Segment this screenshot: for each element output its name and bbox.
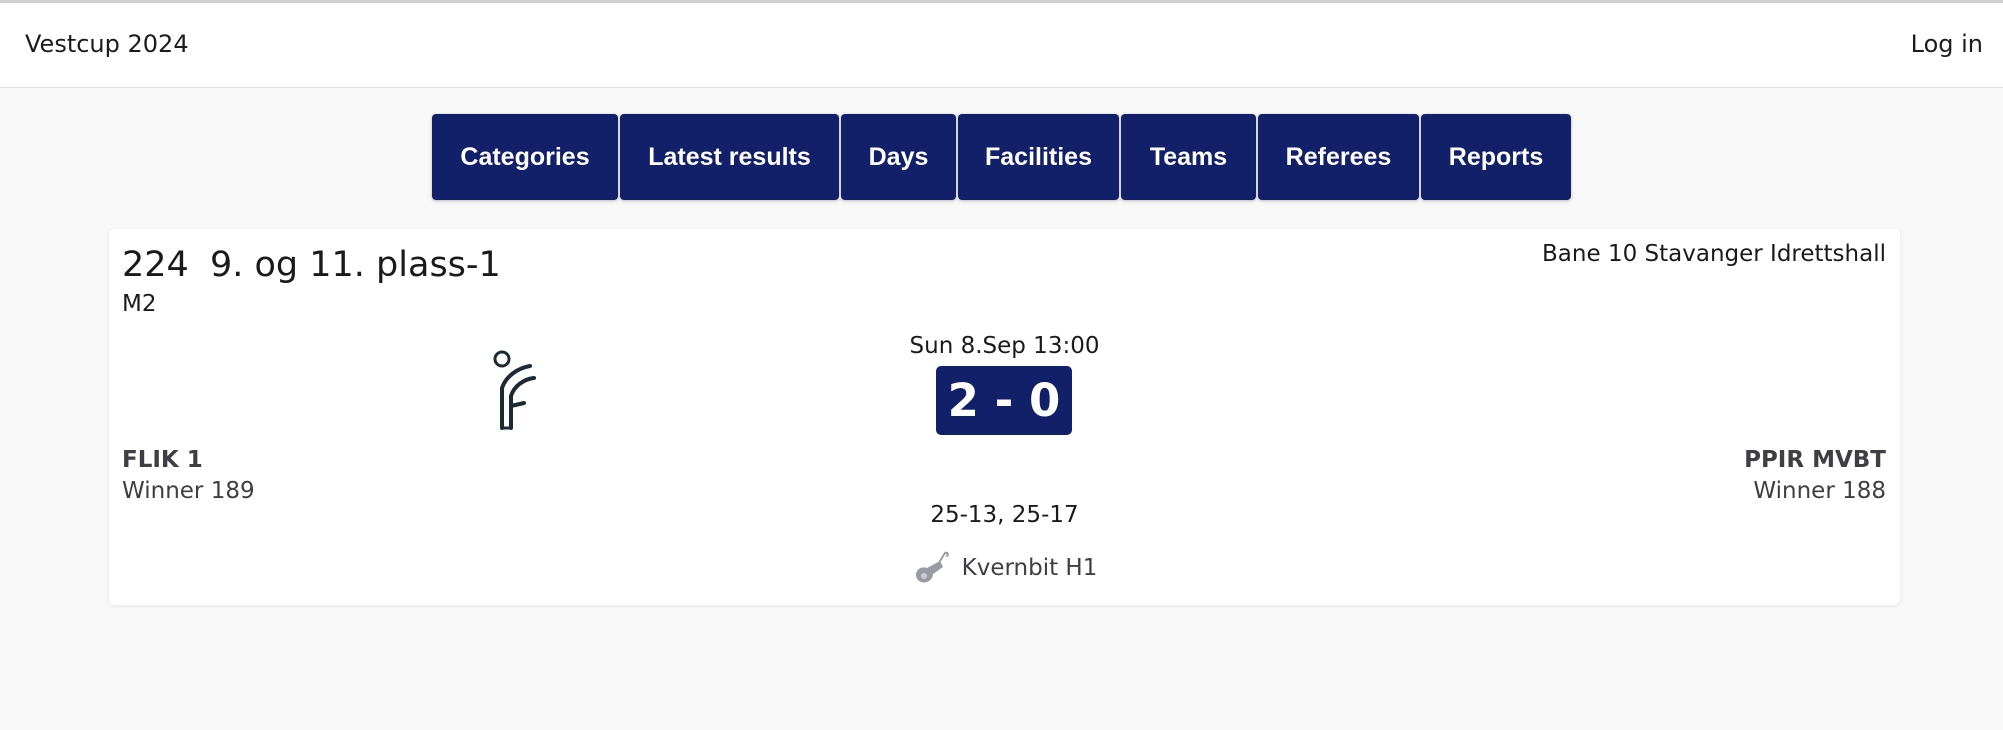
tab-teams[interactable]: Teams [1121, 114, 1256, 200]
tab-facilities[interactable]: Facilities [958, 114, 1119, 200]
home-team-source: Winner 189 [122, 478, 255, 504]
site-title[interactable]: Vestcup 2024 [25, 30, 189, 58]
match-score-badge: 2 - 0 [936, 366, 1072, 435]
referee-name[interactable]: Kvernbit H1 [962, 555, 1098, 581]
main-nav-tabs: Categories Latest results Days Facilitie… [432, 114, 1571, 200]
match-venue[interactable]: Bane 10 Stavanger Idrettshall [1542, 241, 1886, 267]
whistle-icon [915, 551, 949, 583]
match-datetime: Sun 8.Sep 13:00 [909, 333, 1100, 359]
referee-row: Kvernbit H1 [109, 549, 1900, 587]
match-category: M2 [122, 291, 157, 317]
login-link[interactable]: Log in [1911, 30, 1983, 58]
tab-latest-results[interactable]: Latest results [620, 114, 839, 200]
tab-reports[interactable]: Reports [1421, 114, 1571, 200]
away-team-source: Winner 188 [1753, 478, 1886, 504]
top-navbar: Vestcup 2024 Log in [0, 3, 2003, 88]
match-card: 224 9. og 11. plass-1 M2 Bane 10 Stavang… [109, 229, 1900, 605]
away-team-name[interactable]: PPIR MVBT [1744, 447, 1886, 473]
set-scores: 25-13, 25-17 [930, 502, 1079, 528]
match-name: 9. og 11. plass-1 [210, 245, 501, 285]
tab-days[interactable]: Days [841, 114, 956, 200]
match-number: 224 [122, 245, 189, 285]
home-team-name[interactable]: FLIK 1 [122, 447, 203, 473]
club-logo-icon [493, 350, 536, 430]
tab-referees[interactable]: Referees [1258, 114, 1419, 200]
tab-categories[interactable]: Categories [432, 114, 618, 200]
